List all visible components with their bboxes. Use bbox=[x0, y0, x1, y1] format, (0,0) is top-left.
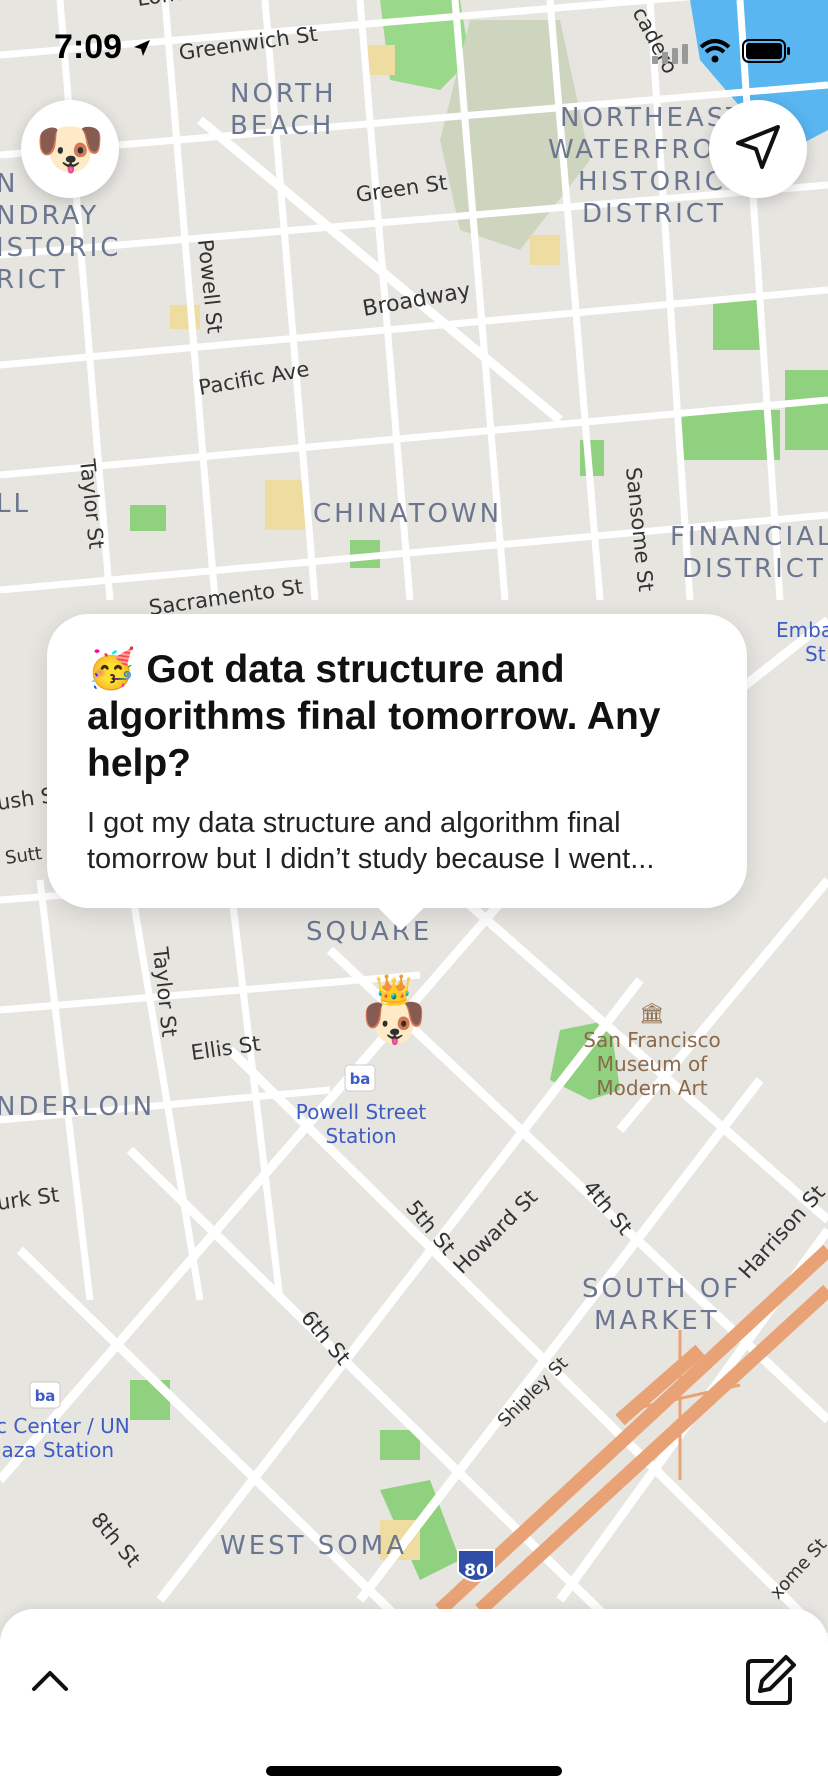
svg-text:St: St bbox=[805, 642, 826, 666]
district-label: BEACH bbox=[230, 111, 334, 141]
district-label: SOUTH OF bbox=[582, 1274, 741, 1304]
district-label: RICT bbox=[0, 265, 68, 295]
district-label: CHINATOWN bbox=[313, 499, 502, 529]
district-label: SQUARE bbox=[306, 917, 432, 947]
svg-text:Station: Station bbox=[325, 1124, 396, 1148]
home-indicator bbox=[266, 1766, 562, 1776]
post-title: 🥳 Got data structure and algorithms fina… bbox=[87, 646, 707, 787]
district-label: NDERLOIN bbox=[0, 1092, 155, 1122]
svg-text:c Center / UN: c Center / UN bbox=[0, 1414, 130, 1438]
crown-icon: 👑 bbox=[375, 973, 412, 1007]
district-label: DISTRICT bbox=[582, 199, 726, 229]
status-bar: 7:09 bbox=[0, 0, 828, 96]
svg-text:ba: ba bbox=[35, 1387, 56, 1405]
svg-text:Museum of: Museum of bbox=[597, 1052, 708, 1076]
park bbox=[130, 505, 166, 531]
bottom-sheet[interactable] bbox=[0, 1609, 828, 1792]
navigate-icon bbox=[732, 121, 784, 178]
museum-icon: 🏛 bbox=[639, 1002, 664, 1025]
block bbox=[530, 235, 560, 265]
block bbox=[265, 480, 305, 530]
svg-text:laza Station: laza Station bbox=[0, 1438, 114, 1462]
district-label: FINANCIAL bbox=[670, 522, 828, 552]
post-bubble[interactable]: 🥳 Got data structure and algorithms fina… bbox=[47, 614, 747, 931]
svg-text:Modern Art: Modern Art bbox=[596, 1076, 707, 1100]
post-title-text: Got data structure and algorithms final … bbox=[87, 648, 661, 785]
district-label: N bbox=[0, 169, 18, 199]
svg-text:Powell Street: Powell Street bbox=[296, 1100, 427, 1124]
park bbox=[713, 300, 763, 350]
wifi-icon bbox=[699, 38, 731, 69]
district-label: WEST SOMA bbox=[220, 1531, 407, 1561]
status-time: 7:09 bbox=[54, 28, 123, 66]
district-label: ISTORIC bbox=[0, 233, 121, 263]
navigate-button[interactable] bbox=[709, 100, 807, 198]
signal-icon bbox=[652, 42, 692, 69]
svg-text:80: 80 bbox=[464, 1561, 488, 1581]
post-body: I got my data structure and algorithm fi… bbox=[87, 807, 655, 875]
svg-text:San Francisco: San Francisco bbox=[583, 1028, 720, 1052]
district-label: NDRAY bbox=[0, 201, 99, 231]
district-label: LL bbox=[0, 489, 31, 519]
profile-avatar-button[interactable]: 🐶 bbox=[21, 100, 119, 198]
party-emoji-icon: 🥳 bbox=[87, 648, 136, 691]
highway-shield: 80 bbox=[457, 1549, 495, 1582]
chevron-up-icon[interactable] bbox=[30, 1665, 70, 1700]
svg-text:ba: ba bbox=[350, 1070, 371, 1088]
avatar: 🐶 bbox=[35, 117, 105, 180]
compose-icon[interactable] bbox=[742, 1653, 798, 1714]
svg-text:Emba: Emba bbox=[776, 618, 828, 642]
park bbox=[785, 370, 828, 450]
district-label: DISTRICT bbox=[682, 554, 826, 584]
district-label: MARKET bbox=[594, 1306, 720, 1336]
district-label: HISTORIC bbox=[578, 167, 726, 197]
battery-icon bbox=[742, 38, 792, 69]
location-arrow-icon bbox=[132, 38, 152, 63]
